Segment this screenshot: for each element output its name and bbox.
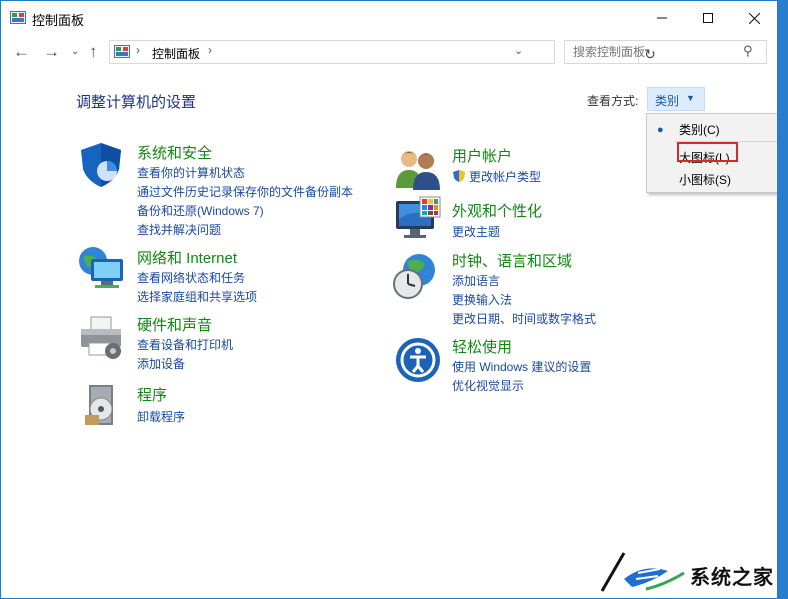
monitor-palette-icon[interactable] <box>394 195 442 243</box>
view-by-menu: ● 类别(C) 大图标(L) 小图标(S) <box>646 113 777 193</box>
control-panel-address-icon <box>114 45 130 58</box>
link-add-device[interactable]: 添加设备 <box>137 355 185 372</box>
breadcrumb-chevron-icon[interactable]: › <box>208 43 212 57</box>
window-title: 控制面板 <box>32 13 85 28</box>
watermark-logo-icon <box>600 552 685 592</box>
close-icon <box>748 12 760 24</box>
forward-arrow-icon[interactable]: → <box>43 42 60 62</box>
maximize-button[interactable] <box>685 1 731 35</box>
link-optimize-visual-display[interactable]: 优化视觉显示 <box>452 377 524 394</box>
dropdown-caret-icon: ▼ <box>686 93 695 103</box>
highlight-box <box>677 142 738 162</box>
category-title-appearance[interactable]: 外观和个性化 <box>452 200 542 221</box>
link-uninstall-program[interactable]: 卸载程序 <box>137 408 185 425</box>
link-change-account-type-label: 更改帐户类型 <box>469 170 542 184</box>
up-arrow-icon[interactable]: ↑ <box>89 42 98 62</box>
link-troubleshoot[interactable]: 查找并解决问题 <box>137 221 221 238</box>
minimize-icon <box>657 17 667 19</box>
view-by-dropdown[interactable]: 类别 ▼ <box>647 87 705 111</box>
link-homegroup-sharing[interactable]: 选择家庭组和共享选项 <box>137 288 257 305</box>
link-file-history-backup[interactable]: 通过文件历史记录保存你的文件备份副本 <box>137 183 353 200</box>
close-button[interactable] <box>731 1 777 35</box>
category-title-programs[interactable]: 程序 <box>137 384 167 405</box>
network-globe-icon[interactable] <box>77 245 125 293</box>
watermark-text: 系统之家 <box>690 567 774 589</box>
link-view-computer-status[interactable]: 查看你的计算机状态 <box>137 164 245 181</box>
page-title: 调整计算机的设置 <box>76 94 197 111</box>
watermark: 系统之家 <box>598 547 777 598</box>
printer-icon[interactable] <box>77 313 125 361</box>
category-title-network[interactable]: 网络和 Internet <box>137 247 237 268</box>
title-bar[interactable]: 控制面板 <box>1 1 777 35</box>
breadcrumb-control-panel[interactable]: 控制面板 <box>152 45 200 62</box>
minimize-button[interactable] <box>639 1 685 35</box>
category-title-user-accounts[interactable]: 用户帐户 <box>452 145 512 166</box>
category-title-hardware-sound[interactable]: 硬件和声音 <box>137 314 212 335</box>
menu-item-small-icons[interactable]: 小图标(S) <box>679 171 731 188</box>
link-backup-restore[interactable]: 备份和还原(Windows 7) <box>137 202 264 219</box>
maximize-icon <box>703 13 713 23</box>
link-change-date-time-format[interactable]: 更改日期、时间或数字格式 <box>452 310 596 327</box>
shield-icon[interactable] <box>77 141 125 189</box>
clock-globe-icon[interactable] <box>391 252 439 300</box>
link-windows-recommended-settings[interactable]: 使用 Windows 建议的设置 <box>452 358 591 375</box>
window-right-edge <box>777 0 788 599</box>
link-network-status[interactable]: 查看网络状态和任务 <box>137 269 245 286</box>
programs-disc-icon[interactable] <box>77 381 125 429</box>
view-by-label: 查看方式: <box>587 94 639 108</box>
accessibility-icon[interactable] <box>394 336 442 384</box>
link-devices-printers[interactable]: 查看设备和打印机 <box>137 336 233 353</box>
category-title-clock-region[interactable]: 时钟、语言和区域 <box>452 250 572 271</box>
address-bar[interactable]: › 控制面板 › ⌄ ↻ <box>109 40 656 64</box>
link-change-account-type[interactable]: 更改帐户类型 <box>452 168 541 185</box>
address-dropdown-icon[interactable]: ⌄ <box>514 44 523 57</box>
link-change-input-method[interactable]: 更换输入法 <box>452 291 512 308</box>
back-arrow-icon[interactable]: ← <box>13 42 30 62</box>
recent-locations-chevron-icon[interactable]: ⌄ <box>71 46 79 57</box>
navigation-bar: ← → ⌄ ↑ › 控制面板 › ⌄ ↻ ⚲ <box>1 37 777 67</box>
view-by-value: 类别 <box>655 94 680 108</box>
breadcrumb-chevron-icon[interactable]: › <box>136 43 140 57</box>
users-icon[interactable] <box>394 144 442 192</box>
search-box[interactable]: ⚲ <box>564 40 767 64</box>
search-icon[interactable]: ⚲ <box>743 43 753 59</box>
category-title-ease-of-access[interactable]: 轻松使用 <box>452 336 512 357</box>
link-change-theme[interactable]: 更改主题 <box>452 223 500 240</box>
control-panel-app-icon <box>10 11 26 24</box>
menu-item-category[interactable]: 类别(C) <box>679 121 720 138</box>
category-title-system-security[interactable]: 系统和安全 <box>137 142 212 163</box>
uac-shield-icon <box>453 170 465 182</box>
control-panel-window: 控制面板 ← → ⌄ ↑ › 控制面板 › ⌄ ↻ 搜索控制面板 ⚲ 调整计算机… <box>0 0 778 599</box>
search-input[interactable] <box>571 43 735 61</box>
link-add-language[interactable]: 添加语言 <box>452 272 500 289</box>
selected-bullet-icon: ● <box>657 124 664 136</box>
